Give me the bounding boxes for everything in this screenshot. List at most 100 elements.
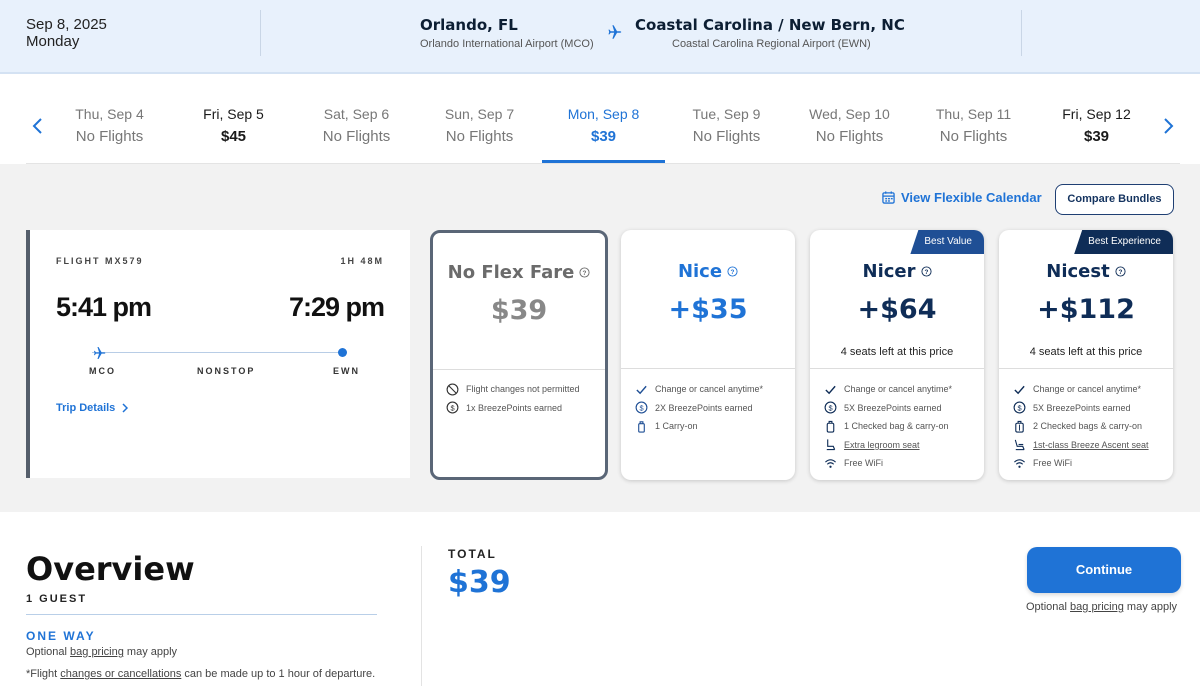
bag-pricing-link[interactable]: bag pricing xyxy=(70,646,124,658)
fare-name-row: Nicest ? xyxy=(999,261,1173,282)
trip-details-link[interactable]: Trip Details xyxy=(56,402,129,414)
fare-feature: $ 1x BreezePoints earned xyxy=(446,399,597,418)
help-icon[interactable]: ? xyxy=(1115,266,1126,277)
help-icon[interactable]: ? xyxy=(579,267,590,278)
fare-features: Change or cancel anytime* $ 2X BreezePoi… xyxy=(635,380,787,436)
divider xyxy=(26,614,377,615)
policy-note-suffix: can be made up to 1 hour of departure. xyxy=(181,668,376,680)
seats-left: 4 seats left at this price xyxy=(840,346,954,358)
guest-count: 1 GUEST xyxy=(26,593,88,605)
date-option[interactable]: Fri, Sep 12 $39 xyxy=(1035,106,1158,145)
view-flexible-calendar-label: View Flexible Calendar xyxy=(901,190,1042,205)
compare-bundles-button[interactable]: Compare Bundles xyxy=(1055,184,1174,215)
divider xyxy=(433,369,605,370)
date-price: No Flights xyxy=(322,128,391,145)
departure-time: 5:41 pm xyxy=(56,292,152,322)
overview-title: Overview xyxy=(26,550,195,588)
svg-text:$: $ xyxy=(639,404,643,413)
fare-price: +$112 xyxy=(1037,294,1135,325)
header-divider xyxy=(260,10,261,56)
changes-cancellations-link[interactable]: changes or cancellations xyxy=(60,668,181,680)
fare-feature: 1 Carry-on xyxy=(635,417,787,436)
date-option[interactable]: Sat, Sep 6 No Flights xyxy=(295,106,418,145)
stops-label: NONSTOP xyxy=(197,366,256,376)
bag-pricing-link[interactable]: bag pricing xyxy=(1070,601,1124,613)
points-icon: $ xyxy=(1013,401,1026,414)
origin-code: MCO xyxy=(89,366,116,376)
best-value-badge: Best Value xyxy=(910,230,984,254)
fare-feature-link[interactable]: 1st-class Breeze Ascent seat xyxy=(1013,436,1165,455)
date-price: $39 xyxy=(590,128,617,145)
fare-card-nicest[interactable]: Best Experience Nicest ? +$112 4 seats l… xyxy=(999,230,1173,480)
date-option[interactable]: Sun, Sep 7 No Flights xyxy=(418,106,541,145)
date-option-selected[interactable]: Mon, Sep 8 $39 xyxy=(542,106,665,145)
recliner-icon xyxy=(1014,439,1025,451)
header-weekday: Monday xyxy=(26,33,80,50)
fare-feature-label: 1 Carry-on xyxy=(655,421,698,432)
help-icon[interactable]: ? xyxy=(727,266,738,277)
date-price: $39 xyxy=(1083,128,1110,145)
fare-feature: Change or cancel anytime* xyxy=(635,380,787,399)
date-option[interactable]: Thu, Sep 11 No Flights xyxy=(912,106,1035,145)
plane-icon xyxy=(94,347,106,359)
date-label: Mon, Sep 8 xyxy=(567,106,640,122)
fare-feature-link[interactable]: Extra legroom seat xyxy=(824,436,976,455)
svg-text:$: $ xyxy=(450,404,454,413)
arrival-time: 7:29 pm xyxy=(288,292,385,322)
bag-note-prefix: Optional xyxy=(1026,601,1071,613)
date-label: Thu, Sep 11 xyxy=(935,106,1012,122)
chevron-left-icon[interactable] xyxy=(30,117,46,135)
date-price: No Flights xyxy=(75,128,144,145)
fare-feature: Change or cancel anytime* xyxy=(824,380,976,399)
divider xyxy=(421,546,422,686)
route-line xyxy=(92,352,342,353)
date-option[interactable]: Thu, Sep 4 No Flights xyxy=(48,106,171,145)
no-icon xyxy=(446,383,459,396)
fare-feature-label: Free WiFi xyxy=(844,458,883,469)
date-option[interactable]: Tue, Sep 9 No Flights xyxy=(665,106,788,145)
svg-text:$: $ xyxy=(828,404,832,413)
help-icon[interactable]: ? xyxy=(920,266,932,277)
chevron-right-icon[interactable] xyxy=(1160,117,1176,135)
divider xyxy=(999,368,1173,369)
flight-card: FLIGHT MX579 1H 48M 5:41 pm 7:29 pm MCO … xyxy=(26,230,410,478)
fare-card-nicer[interactable]: Best Value Nicer ? +$64 4 seats left at … xyxy=(810,230,984,480)
flight-number: FLIGHT MX579 xyxy=(56,256,144,266)
date-option[interactable]: Wed, Sep 10 No Flights xyxy=(788,106,911,145)
fare-price: +$35 xyxy=(668,294,748,325)
date-price: No Flights xyxy=(445,128,514,145)
destination-code: EWN xyxy=(333,366,360,376)
fare-feature: Flight changes not permitted xyxy=(446,380,597,399)
date-option[interactable]: Fri, Sep 5 $45 xyxy=(172,106,295,145)
bag-pricing-note: Optional bag pricing may apply xyxy=(1026,601,1177,613)
fare-name-row: Nicer ? xyxy=(810,261,984,282)
total-price: $39 xyxy=(448,565,511,600)
calendar-icon xyxy=(882,191,895,204)
divider xyxy=(810,368,984,369)
check-icon xyxy=(825,385,836,394)
svg-text:?: ? xyxy=(924,269,928,276)
date-price: No Flights xyxy=(815,128,884,145)
fare-name-row: Nice ? xyxy=(621,261,795,282)
bag-note-suffix: may apply xyxy=(123,646,178,658)
plane-icon xyxy=(608,25,622,39)
fare-price: +$64 xyxy=(857,294,937,325)
header-divider xyxy=(1021,10,1022,56)
header-date: Sep 8, 2025 Monday xyxy=(26,16,107,50)
seat-icon xyxy=(826,439,836,451)
check-icon xyxy=(636,385,647,394)
seats-left: 4 seats left at this price xyxy=(1029,346,1143,358)
fare-feature-label: 5X BreezePoints earned xyxy=(844,402,942,413)
svg-text:?: ? xyxy=(1118,269,1122,276)
fare-name-row: No Flex Fare ? xyxy=(433,262,605,283)
wifi-icon xyxy=(825,458,836,468)
trip-details-label: Trip Details xyxy=(56,402,116,414)
fare-card-no-flex[interactable]: No Flex Fare ? $39 Flight changes not pe… xyxy=(430,230,608,480)
view-flexible-calendar-link[interactable]: View Flexible Calendar xyxy=(882,190,1042,205)
check-icon xyxy=(1014,385,1025,394)
date-label: Tue, Sep 9 xyxy=(692,106,761,122)
chevron-right-icon xyxy=(122,403,129,413)
fare-card-nice[interactable]: Nice ? +$35 Change or cancel anytime* $ … xyxy=(621,230,795,480)
fare-feature-label: 2X BreezePoints earned xyxy=(655,402,753,413)
continue-button[interactable]: Continue xyxy=(1027,547,1181,593)
